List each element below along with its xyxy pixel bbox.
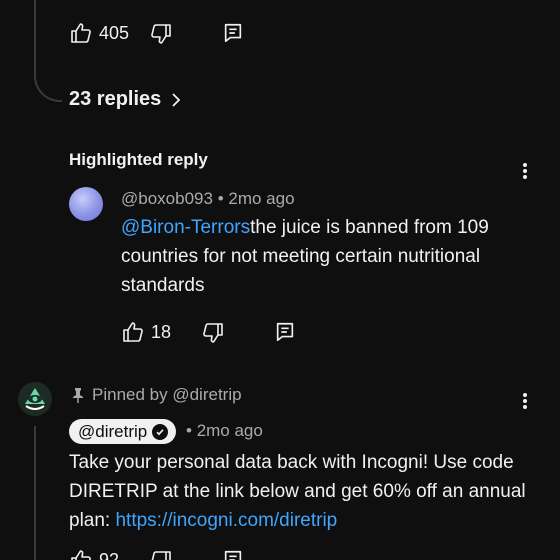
- avatar[interactable]: [18, 382, 52, 416]
- pinned-body: Take your personal data back with Incogn…: [69, 448, 549, 535]
- view-replies-button[interactable]: 23 replies: [69, 88, 181, 111]
- top-comment-dislike-button[interactable]: [149, 22, 173, 46]
- thread-connector: [34, 0, 62, 102]
- reply-like-count: 18: [151, 321, 172, 342]
- pinned-like-button[interactable]: 92: [69, 548, 119, 560]
- highlighted-reply-menu-button[interactable]: [515, 161, 535, 181]
- promo-link[interactable]: https://incogni.com/diretrip: [115, 510, 337, 531]
- top-comment-reply-button[interactable]: [222, 22, 244, 44]
- thumbs-up-icon: [121, 320, 145, 344]
- top-comment-like-count: 405: [99, 22, 130, 43]
- reply-mention-link[interactable]: @Biron-Terrors: [121, 217, 250, 238]
- reply-meta: @boxob093 • 2mo ago: [121, 189, 295, 208]
- top-comment-like-button[interactable]: 405: [69, 21, 129, 45]
- thread-connector: [34, 426, 36, 560]
- more-vert-icon: [515, 161, 535, 181]
- chevron-right-icon: [171, 92, 181, 108]
- reply-icon: [222, 549, 244, 560]
- reply-body: @Biron-Terrorsthe juice is banned from 1…: [121, 213, 521, 300]
- reply-timestamp: 2mo ago: [228, 189, 295, 208]
- reply-like-button[interactable]: 18: [121, 320, 171, 344]
- pin-icon: [72, 387, 84, 403]
- pinned-label: Pinned by @diretrip: [72, 385, 242, 405]
- replies-count-label: 23 replies: [69, 88, 162, 110]
- reply-reply-button[interactable]: [274, 321, 296, 343]
- reply-icon: [222, 22, 244, 44]
- avatar[interactable]: [69, 187, 103, 221]
- pinned-like-count: 92: [99, 549, 120, 560]
- reply-icon: [274, 321, 296, 343]
- pinned-reply-button[interactable]: [222, 549, 244, 560]
- creator-author: @diretrip: [78, 421, 148, 441]
- pinned-by-text: Pinned by @diretrip: [92, 385, 242, 404]
- reply-author[interactable]: @boxob093: [121, 189, 213, 208]
- pinned-dislike-button[interactable]: [149, 549, 173, 560]
- pinned-timestamp: 2mo ago: [196, 421, 263, 440]
- pinned-comment-menu-button[interactable]: [515, 391, 535, 411]
- creator-author-chip[interactable]: @diretrip: [69, 419, 177, 444]
- reply-dislike-button[interactable]: [201, 321, 225, 345]
- verified-check-icon: [152, 423, 169, 440]
- thumbs-up-icon: [69, 548, 93, 560]
- more-vert-icon: [515, 391, 535, 411]
- thumbs-up-icon: [69, 21, 93, 45]
- thumbs-down-icon: [201, 321, 225, 345]
- thumbs-down-icon: [149, 549, 173, 560]
- thumbs-down-icon: [149, 22, 173, 46]
- pinned-meta: • 2mo ago: [186, 421, 263, 440]
- highlighted-reply-heading: Highlighted reply: [69, 150, 208, 169]
